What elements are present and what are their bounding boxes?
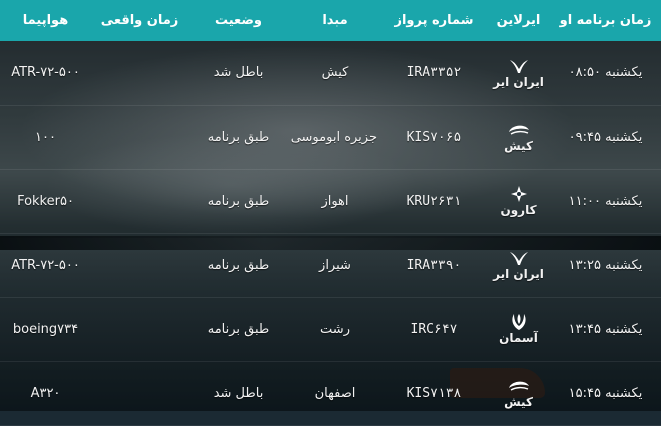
table-row: یکشنبه ۱۵:۴۵ کیش KIS۷۱۳۸ اصفهان باطل شد … (0, 361, 661, 425)
airline-cell: کیش (487, 105, 550, 169)
iran-air-homa-icon (507, 56, 531, 76)
table-row: یکشنبه ۰۹:۴۵ کیش KIS۷۰۶۵ جزیره ابوموسی ط… (0, 105, 661, 169)
scheduled-time: یکشنبه ۰۹:۴۵ (568, 129, 643, 145)
origin: شیراز (319, 257, 351, 273)
table-header-row: زمان برنامه او ایرلاین شماره پرواز مبدا … (0, 0, 661, 41)
actual-time (91, 105, 188, 169)
aircraft: A۳۲۰ (30, 385, 61, 401)
aircraft: ۱۰۰ (35, 129, 56, 145)
table-row: یکشنبه ۱۳:۴۵ آسمان IRC۶۴۷ رشت طبق برنامه… (0, 297, 661, 361)
scheduled-time: یکشنبه ۱۳:۴۵ (568, 321, 643, 337)
airline-cell: کیش (487, 361, 550, 425)
aircraft: ATR-۷۲-۵۰۰ (11, 257, 80, 273)
flight-number: IRA۳۳۵۲ (406, 65, 462, 81)
header-actual-time: زمان واقعی (100, 13, 179, 28)
flight-number: KIS۷۱۳۸ (406, 385, 462, 401)
scheduled-time: یکشنبه ۰۸:۵۰ (568, 65, 643, 81)
origin: کیش (321, 65, 349, 81)
aircraft: ATR-۷۲-۵۰۰ (11, 65, 80, 81)
status: طبق برنامه (207, 193, 270, 209)
flight-number: IRA۳۳۹۰ (406, 257, 462, 273)
aseman-airline-icon (507, 312, 531, 332)
scheduled-time: یکشنبه ۱۱:۰۰ (568, 193, 643, 209)
iran-air-homa-icon (507, 248, 531, 268)
airline-cell: ایران ایر (487, 41, 550, 105)
aircraft: boeing۷۳۴ (12, 321, 79, 337)
airline-name: کیش (504, 395, 533, 410)
actual-time (91, 169, 188, 233)
origin: جزیره ابوموسی (290, 129, 377, 145)
scheduled-time: یکشنبه ۱۳:۲۵ (568, 257, 643, 273)
airline-name: کیش (504, 139, 533, 154)
airline-name: آسمان (499, 331, 538, 346)
header-status: وضعیت (214, 13, 263, 28)
flight-number: KIS۷۰۶۵ (406, 129, 462, 145)
airline-cell: آسمان (487, 297, 550, 361)
actual-time (91, 233, 188, 297)
status: باطل شد (213, 385, 264, 401)
airline-name: کارون (500, 203, 537, 218)
status: طبق برنامه (207, 257, 270, 273)
aircraft: Fokker۵۰ (17, 193, 74, 209)
airline-cell: کارون (487, 169, 550, 233)
status: باطل شد (213, 65, 264, 81)
airline-name: ایران ایر (493, 267, 544, 282)
flight-number: KRU۲۶۳۱ (406, 193, 462, 209)
karun-airline-icon (507, 184, 531, 204)
status: طبق برنامه (207, 321, 270, 337)
kish-air-icon (507, 376, 531, 396)
airline-name: ایران ایر (493, 75, 544, 90)
header-aircraft: هواپیما (22, 13, 69, 28)
kish-air-icon (507, 120, 531, 140)
airline-cell: ایران ایر (487, 233, 550, 297)
actual-time (91, 297, 188, 361)
header-origin: مبدا (322, 13, 348, 28)
flight-number: IRC۶۴۷ (410, 321, 458, 337)
scheduled-time: یکشنبه ۱۵:۴۵ (568, 385, 643, 401)
origin: اصفهان (314, 385, 356, 401)
flight-table: زمان برنامه او ایرلاین شماره پرواز مبدا … (0, 0, 661, 426)
header-flight-number: شماره پرواز (394, 13, 474, 28)
actual-time (91, 361, 188, 425)
actual-time (91, 41, 188, 105)
header-airline: ایرلاین (496, 13, 541, 28)
status: طبق برنامه (207, 129, 270, 145)
table-row: یکشنبه ۰۸:۵۰ ایران ایر IRA۳۳۵۲ کیش باطل … (0, 41, 661, 105)
table-row: یکشنبه ۱۱:۰۰ کارون KRU۲۶۳۱ اهواز طبق برن… (0, 169, 661, 233)
table-row: یکشنبه ۱۳:۲۵ ایران ایر IRA۳۳۹۰ شیراز طبق… (0, 233, 661, 297)
header-scheduled-time: زمان برنامه او (559, 13, 652, 28)
origin: رشت (320, 321, 350, 337)
origin: اهواز (321, 193, 349, 209)
